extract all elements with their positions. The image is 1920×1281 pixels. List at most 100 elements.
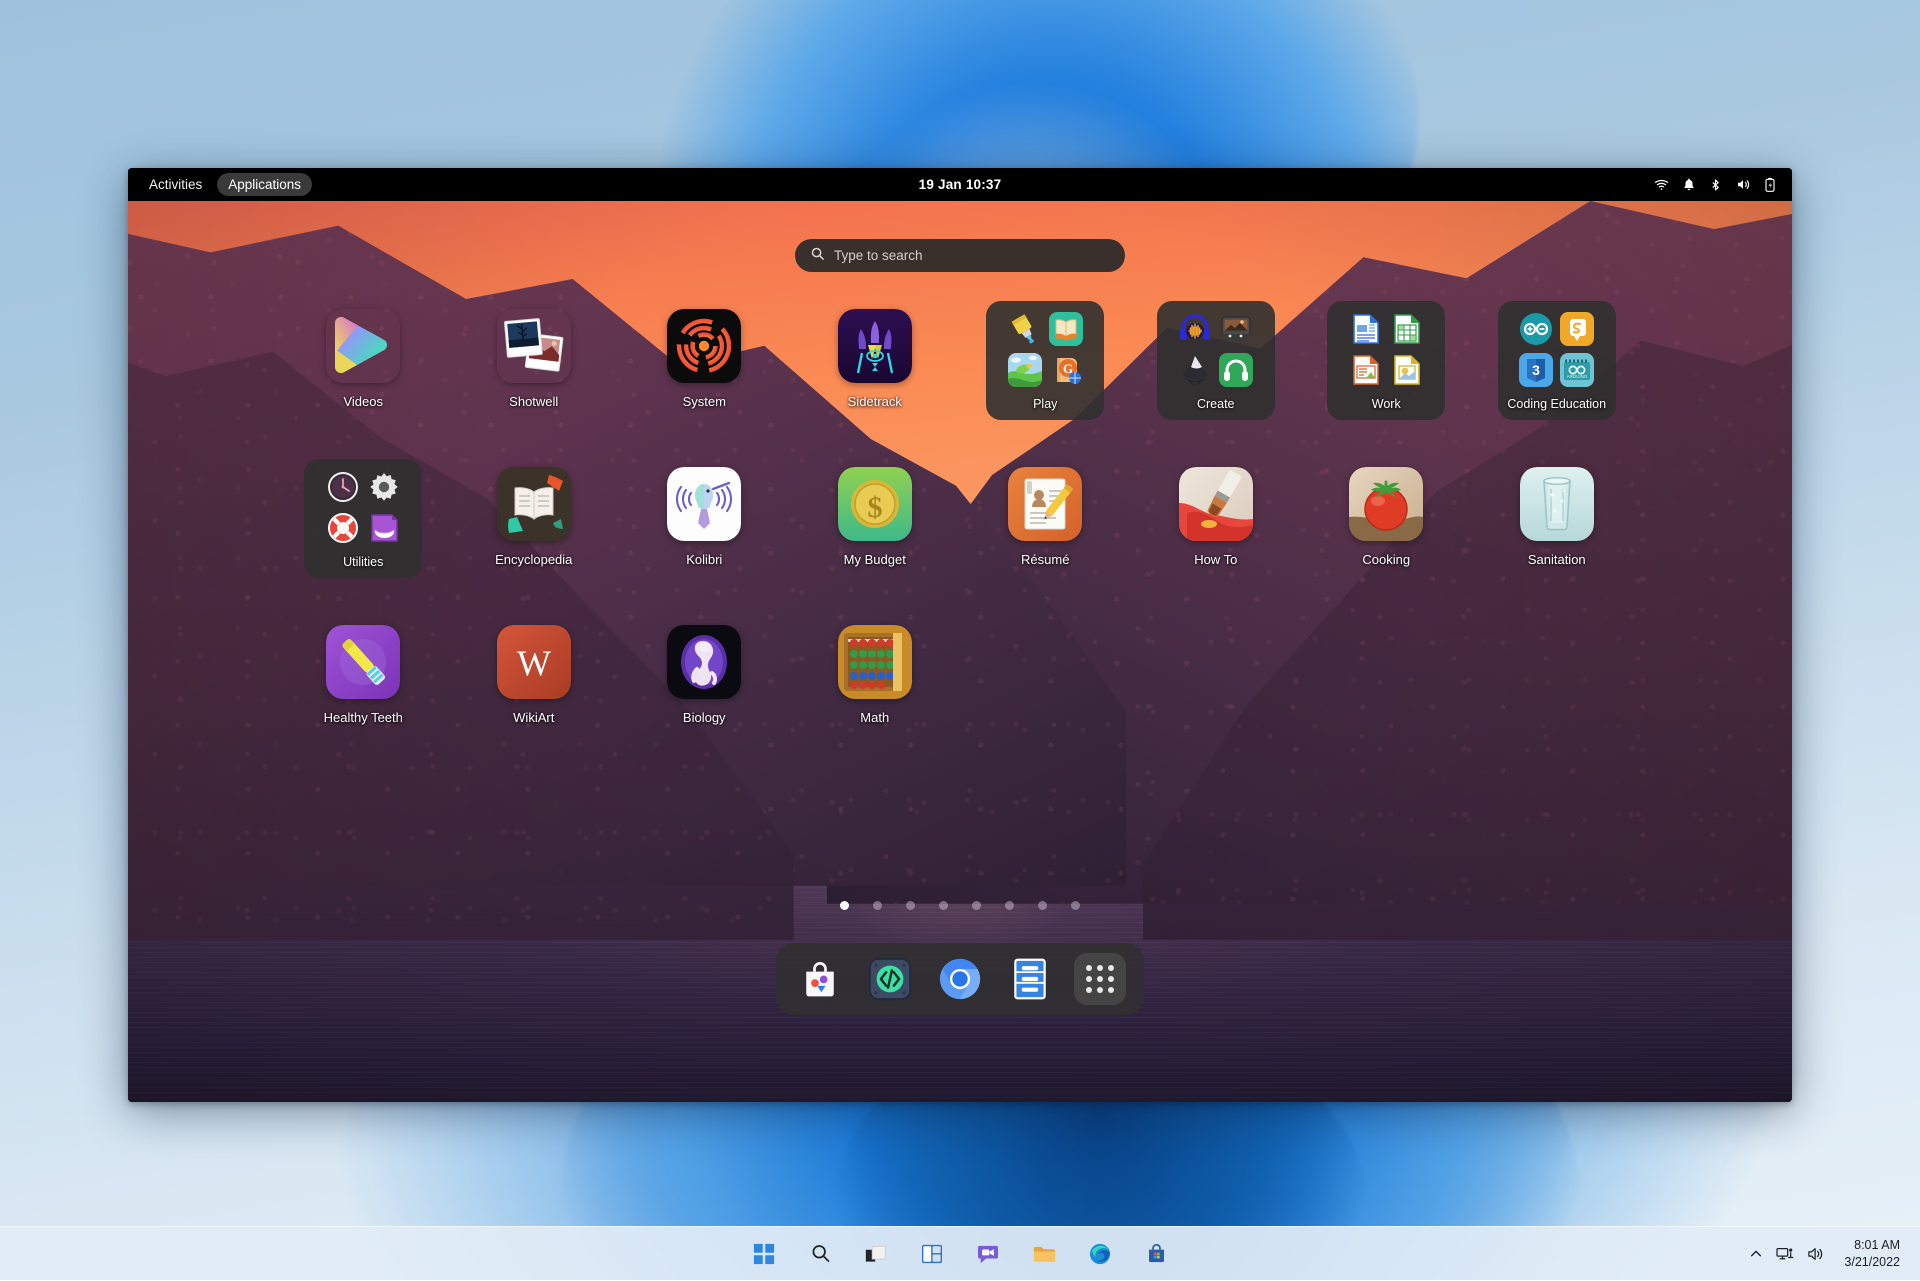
app-resume[interactable]: Résumé — [986, 459, 1104, 567]
app-grid-cell — [1472, 617, 1643, 759]
app-grid-cell — [1131, 617, 1302, 759]
app-label: Videos — [343, 394, 383, 409]
app-label: Healthy Teeth — [324, 710, 403, 725]
wifi-icon[interactable] — [1654, 177, 1669, 192]
dock-show-applications-button[interactable] — [1074, 953, 1126, 1005]
page-dot-5[interactable] — [972, 901, 981, 910]
applications-button[interactable]: Applications — [217, 173, 312, 196]
widgets-button[interactable] — [915, 1237, 949, 1271]
page-dot-4[interactable] — [939, 901, 948, 910]
app-encyclopedia[interactable]: Encyclopedia — [475, 459, 593, 567]
folder-preview-grid — [326, 470, 401, 545]
svg-text:W: W — [517, 643, 551, 683]
network-icon[interactable] — [1776, 1246, 1794, 1262]
folder-label: Play — [1033, 397, 1057, 411]
app-grid-cell: Résumé — [960, 459, 1131, 601]
folder-preview-grid — [1349, 312, 1424, 387]
app-grid-row: Utilities Encyclopedia Kolibri $ My Budge… — [278, 459, 1642, 601]
notification-bell-icon[interactable] — [1682, 177, 1696, 192]
healthy-teeth-icon — [326, 625, 400, 699]
search-button[interactable] — [803, 1237, 837, 1271]
volume-tray-icon[interactable] — [1807, 1246, 1825, 1262]
app-grid-cell — [960, 617, 1131, 759]
app-sanitation[interactable]: Sanitation — [1498, 459, 1616, 567]
folder-label: Utilities — [343, 555, 383, 569]
page-dot-1[interactable] — [840, 901, 849, 910]
app-grid-cell: Biology — [619, 617, 790, 759]
show-hidden-icons-button[interactable] — [1749, 1247, 1763, 1261]
app-label: WikiArt — [513, 710, 554, 725]
app-grid-cell: Cooking — [1301, 459, 1472, 601]
app-grid-cell: Videos — [278, 301, 449, 443]
dock-chromium-button[interactable] — [934, 953, 986, 1005]
volume-icon[interactable] — [1735, 177, 1751, 192]
app-grid-cell: Shotwell — [449, 301, 620, 443]
folder-utilities[interactable]: Utilities — [304, 459, 422, 578]
dock — [776, 943, 1144, 1015]
taskbar-clock[interactable]: 8:01 AM 3/21/2022 — [1838, 1235, 1906, 1273]
page-dot-2[interactable] — [873, 901, 882, 910]
app-sidetrack[interactable]: Sidetrack — [816, 301, 934, 409]
app-math[interactable]: Math — [816, 617, 934, 725]
app-shotwell[interactable]: Shotwell — [475, 301, 593, 409]
page-dot-7[interactable] — [1038, 901, 1047, 910]
app-videos[interactable]: Videos — [304, 301, 422, 409]
dock-files-button[interactable] — [1004, 953, 1056, 1005]
folder-coding-education[interactable]: 3 ARDUINO Coding Education — [1498, 301, 1616, 420]
taskbar-date: 3/21/2022 — [1844, 1254, 1900, 1271]
bluetooth-icon[interactable] — [1709, 177, 1722, 193]
microsoft-store-button[interactable] — [1139, 1237, 1173, 1271]
app-label: Math — [860, 710, 889, 725]
app-grid-cell: Create — [1131, 301, 1302, 443]
chat-button[interactable] — [971, 1237, 1005, 1271]
videos-icon — [326, 309, 400, 383]
how-to-icon — [1179, 467, 1253, 541]
page-dot-3[interactable] — [906, 901, 915, 910]
top-bar-clock: 19 Jan 10:37 — [128, 177, 1792, 192]
grid-icon — [1086, 965, 1114, 993]
search-input[interactable]: Type to search — [795, 239, 1125, 272]
folder-create[interactable]: Create — [1157, 301, 1275, 420]
search-area: Type to search — [128, 239, 1792, 272]
dock-app-center-button[interactable] — [794, 953, 846, 1005]
page-dot-6[interactable] — [1005, 901, 1014, 910]
app-system[interactable]: System — [645, 301, 763, 409]
task-view-button[interactable] — [859, 1237, 893, 1271]
app-healthy-teeth[interactable]: Healthy Teeth — [304, 617, 422, 725]
svg-text:$: $ — [867, 491, 882, 524]
page-dot-8[interactable] — [1071, 901, 1080, 910]
file-explorer-button[interactable] — [1027, 1237, 1061, 1271]
app-grid-cell: System — [619, 301, 790, 443]
app-label: Sidetrack — [848, 394, 902, 409]
app-label: Biology — [683, 710, 726, 725]
writer-icon — [1349, 312, 1383, 346]
search-placeholder: Type to search — [834, 248, 923, 263]
folder-label: Coding Education — [1507, 397, 1606, 411]
app-my-budget[interactable]: $ My Budget — [816, 459, 934, 567]
notes-icon — [367, 511, 401, 545]
app-wikiart[interactable]: W WikiArt — [475, 617, 593, 725]
app-grid-cell: G Play — [960, 301, 1131, 443]
activities-button[interactable]: Activities — [138, 173, 213, 196]
globe-g-icon: G — [1049, 353, 1083, 387]
dock-hack-button[interactable] — [864, 953, 916, 1005]
folder-play[interactable]: G Play — [986, 301, 1104, 420]
app-biology[interactable]: Biology — [645, 617, 763, 725]
settings-gear-icon — [367, 470, 401, 504]
battery-charging-icon[interactable] — [1764, 177, 1776, 193]
folder-work[interactable]: Work — [1327, 301, 1445, 420]
edge-button[interactable] — [1083, 1237, 1117, 1271]
svg-text:ARDUINO: ARDUINO — [1567, 374, 1588, 379]
start-button[interactable] — [747, 1237, 781, 1271]
app-grid-cell: Kolibri — [619, 459, 790, 601]
app-label: Résumé — [1021, 552, 1069, 567]
book-icon — [1049, 312, 1083, 346]
wikiart-icon: W — [497, 625, 571, 699]
app-cooking[interactable]: Cooking — [1327, 459, 1445, 567]
svg-text:3: 3 — [1532, 362, 1540, 378]
app-kolibri[interactable]: Kolibri — [645, 459, 763, 567]
nature-icon — [1008, 353, 1042, 387]
app-how-to[interactable]: How To — [1157, 459, 1275, 567]
app-label: My Budget — [844, 552, 906, 567]
folder-preview-grid: G — [1008, 312, 1083, 387]
